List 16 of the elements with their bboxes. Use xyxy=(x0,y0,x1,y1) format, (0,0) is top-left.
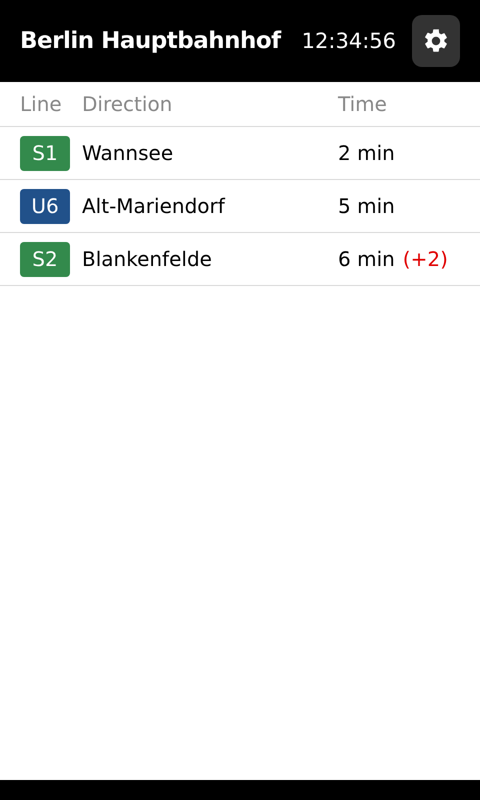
direction-text: Alt-Mariendorf xyxy=(82,194,226,218)
departure-time: 2 min xyxy=(338,141,395,165)
station-title: Berlin Hauptbahnhof xyxy=(20,28,282,54)
line-badge: S1 xyxy=(20,136,70,170)
settings-button[interactable] xyxy=(412,15,460,67)
column-header: Time xyxy=(338,92,388,116)
line-badge: S2 xyxy=(20,242,70,276)
line-badge: U6 xyxy=(20,188,70,224)
column-header: Line xyxy=(20,92,63,116)
direction-text: Blankenfelde xyxy=(82,247,213,271)
clock: 12:34:56 xyxy=(302,29,396,53)
departure-time: 6 min xyxy=(338,247,395,271)
direction-text: Wannsee xyxy=(82,141,174,165)
departure-time: 5 min xyxy=(338,194,395,218)
delay-text: (+2) xyxy=(402,247,448,271)
column-header: Direction xyxy=(82,92,174,116)
